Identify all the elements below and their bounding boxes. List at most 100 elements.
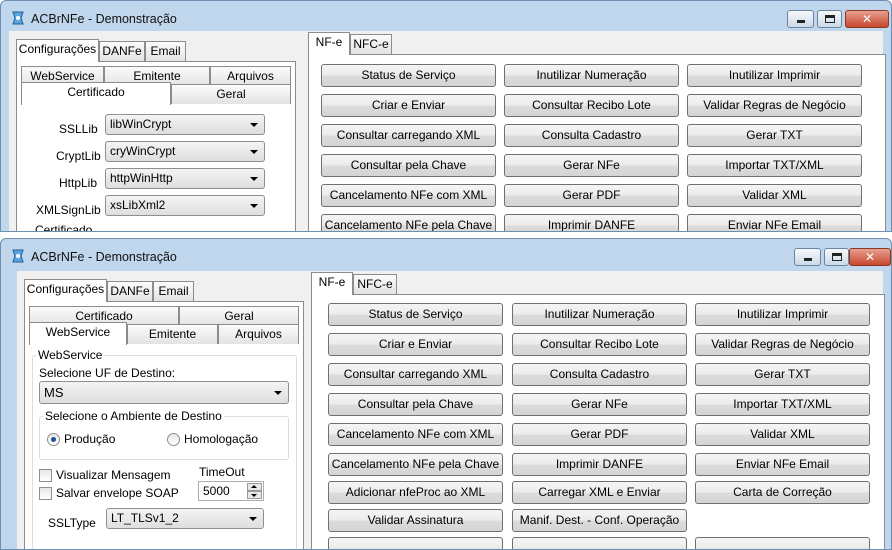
httplib-select[interactable]: httpWinHttp — [105, 168, 265, 189]
app-window-back: ACBrNFe - Demonstração ✕ Configurações D… — [0, 0, 892, 232]
tab-arquivos[interactable]: Arquivos — [210, 66, 291, 86]
tab-certificado[interactable]: Certificado — [21, 82, 171, 105]
validar-xml-button[interactable]: Validar XML — [695, 423, 870, 446]
manif-dest-conf-operacao-button[interactable]: Manif. Dest. - Conf. Operação — [512, 509, 687, 532]
title-bar[interactable]: ACBrNFe - Demonstração ✕ — [1, 239, 891, 271]
gerar-txt-button[interactable]: Gerar TXT — [687, 124, 862, 147]
chevron-down-icon[interactable] — [247, 491, 262, 499]
validar-xml-button[interactable]: Validar XML — [687, 184, 862, 207]
minimize-icon — [804, 258, 812, 261]
httplib-value: httpWinHttp — [110, 171, 173, 185]
consulta-cadastro-button[interactable]: Consulta Cadastro — [512, 363, 687, 386]
tab-danfe[interactable]: DANFe — [107, 281, 153, 301]
consultar-carregando-xml-button[interactable]: Consultar carregando XML — [321, 124, 496, 147]
gerar-txt-button[interactable]: Gerar TXT — [695, 363, 870, 386]
criar-enviar-button[interactable]: Criar e Enviar — [328, 333, 503, 356]
xmlsignlib-select[interactable]: xsLibXml2 — [105, 195, 265, 216]
tab-configuracoes[interactable]: Configurações — [16, 39, 99, 62]
cancelamento-nfe-xml-button[interactable]: Cancelamento NFe com XML — [321, 184, 496, 207]
validar-regras-negocio-button[interactable]: Validar Regras de Negócio — [687, 94, 862, 117]
timeout-spinner[interactable]: 5000 — [198, 481, 264, 501]
tab-email[interactable]: Email — [145, 41, 186, 61]
timeout-value: 5000 — [203, 484, 230, 498]
close-button[interactable]: ✕ — [845, 10, 889, 28]
title-bar[interactable]: ACBrNFe - Demonstração ✕ — [1, 1, 891, 33]
imprimir-danfe-button[interactable]: Imprimir DANFE — [504, 214, 679, 231]
tab-configuracoes[interactable]: Configurações — [24, 279, 107, 302]
gerar-nfe-button[interactable]: Gerar NFe — [504, 154, 679, 177]
tab-nfce[interactable]: NFC-e — [350, 34, 392, 54]
consultar-recibo-lote-button[interactable]: Consultar Recibo Lote — [504, 94, 679, 117]
producao-radio[interactable] — [47, 433, 60, 446]
carta-correcao-button[interactable]: Carta de Correção — [695, 481, 870, 504]
inutilizar-imprimir-button[interactable]: Inutilizar Imprimir — [695, 303, 870, 326]
close-button[interactable]: ✕ — [849, 248, 891, 266]
tab-geral[interactable]: Geral — [179, 306, 299, 326]
ssltype-label: SSLType — [48, 516, 96, 530]
maximize-icon — [825, 15, 835, 23]
next-row-button[interactable] — [695, 537, 870, 549]
spinner-buttons — [247, 483, 262, 499]
tab-arquivos[interactable]: Arquivos — [218, 324, 299, 344]
inutilizar-imprimir-button[interactable]: Inutilizar Imprimir — [687, 64, 862, 87]
gerar-pdf-button[interactable]: Gerar PDF — [504, 184, 679, 207]
salvar-envelope-label: Salvar envelope SOAP — [56, 486, 179, 500]
producao-label: Produção — [64, 432, 116, 446]
maximize-button[interactable] — [824, 248, 849, 266]
gerar-nfe-button[interactable]: Gerar NFe — [512, 393, 687, 416]
close-icon: ✕ — [861, 12, 873, 26]
validar-assinatura-button[interactable]: Validar Assinatura — [328, 509, 503, 532]
minimize-button[interactable] — [794, 248, 821, 266]
tab-email[interactable]: Email — [153, 281, 194, 301]
maximize-button[interactable] — [817, 10, 842, 28]
tab-danfe[interactable]: DANFe — [99, 41, 145, 61]
consultar-pela-chave-button[interactable]: Consultar pela Chave — [328, 393, 503, 416]
tab-emitente[interactable]: Emitente — [127, 324, 218, 344]
importar-txt-xml-button[interactable]: Importar TXT/XML — [687, 154, 862, 177]
consultar-carregando-xml-button[interactable]: Consultar carregando XML — [328, 363, 503, 386]
next-row-button[interactable] — [328, 537, 503, 549]
consulta-cadastro-button[interactable]: Consulta Cadastro — [504, 124, 679, 147]
adicionar-nfeproc-button[interactable]: Adicionar nfeProc ao XML — [328, 481, 503, 504]
carregar-xml-enviar-button[interactable]: Carregar XML e Enviar — [512, 481, 687, 504]
chevron-down-icon — [250, 177, 258, 181]
chevron-up-icon[interactable] — [247, 483, 262, 491]
consultar-recibo-lote-button[interactable]: Consultar Recibo Lote — [512, 333, 687, 356]
ssllib-select[interactable]: libWinCrypt — [105, 114, 265, 135]
tab-nfce[interactable]: NFC-e — [353, 274, 397, 294]
uf-select[interactable]: MS — [39, 381, 289, 404]
timeout-label: TimeOut — [199, 465, 245, 479]
visualizar-mensagem-checkbox[interactable] — [39, 469, 52, 482]
tab-nfe[interactable]: NF-e — [311, 272, 353, 295]
imprimir-danfe-button[interactable]: Imprimir DANFE — [512, 453, 687, 476]
cancelamento-nfe-chave-button[interactable]: Cancelamento NFe pela Chave — [328, 453, 503, 476]
status-servico-button[interactable]: Status de Serviço — [328, 303, 503, 326]
client-area: Configurações DANFe Email WebService Emi… — [9, 31, 886, 231]
ssltype-select[interactable]: LT_TLSv1_2 — [106, 508, 264, 529]
tab-webservice[interactable]: WebService — [29, 322, 127, 345]
tab-geral[interactable]: Geral — [171, 84, 291, 104]
criar-enviar-button[interactable]: Criar e Enviar — [321, 94, 496, 117]
cancelamento-nfe-xml-button[interactable]: Cancelamento NFe com XML — [328, 423, 503, 446]
acbr-app-icon — [12, 249, 24, 263]
consultar-pela-chave-button[interactable]: Consultar pela Chave — [321, 154, 496, 177]
inutilizar-numeracao-button[interactable]: Inutilizar Numeração — [512, 303, 687, 326]
status-servico-button[interactable]: Status de Serviço — [321, 64, 496, 87]
window-title: ACBrNFe - Demonstração — [31, 12, 177, 26]
validar-regras-negocio-button[interactable]: Validar Regras de Negócio — [695, 333, 870, 356]
maximize-icon — [832, 253, 842, 261]
minimize-button[interactable] — [787, 10, 814, 28]
gerar-pdf-button[interactable]: Gerar PDF — [512, 423, 687, 446]
ssltype-value: LT_TLSv1_2 — [111, 511, 179, 525]
salvar-envelope-checkbox[interactable] — [39, 487, 52, 500]
tab-nfe[interactable]: NF-e — [308, 32, 350, 55]
cryptlib-select[interactable]: cryWinCrypt — [105, 141, 265, 162]
homologacao-radio[interactable] — [167, 433, 180, 446]
importar-txt-xml-button[interactable]: Importar TXT/XML — [695, 393, 870, 416]
enviar-nfe-email-button[interactable]: Enviar NFe Email — [687, 214, 862, 231]
enviar-nfe-email-button[interactable]: Enviar NFe Email — [695, 453, 870, 476]
inutilizar-numeracao-button[interactable]: Inutilizar Numeração — [504, 64, 679, 87]
next-row-button[interactable] — [512, 537, 687, 549]
cancelamento-nfe-chave-button[interactable]: Cancelamento NFe pela Chave — [321, 214, 496, 231]
client-area: Configurações DANFe Email Certificado Ge… — [17, 271, 885, 549]
